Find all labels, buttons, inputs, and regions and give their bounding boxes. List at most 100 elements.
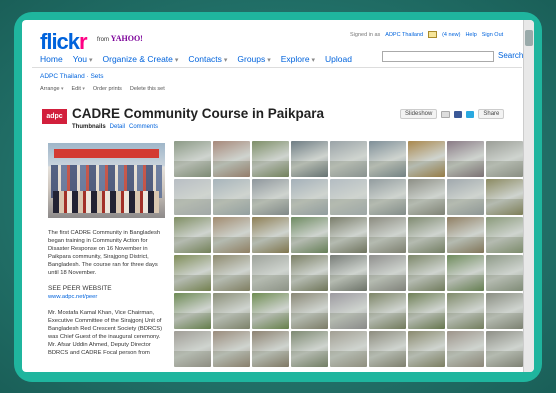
breadcrumb[interactable]: ADPC Thailand · Sets [40, 73, 103, 80]
photo-thumbnail[interactable] [213, 255, 250, 291]
photo-thumbnail[interactable] [174, 141, 211, 177]
photo-thumbnail[interactable] [486, 293, 523, 329]
photo-thumbnail[interactable] [486, 217, 523, 253]
photo-thumbnail[interactable] [291, 179, 328, 215]
cover-people-front [53, 191, 159, 213]
photo-thumbnail[interactable] [252, 179, 289, 215]
arrange-button[interactable]: Arrange [40, 86, 63, 92]
photo-thumbnail[interactable] [486, 255, 523, 291]
adpc-logo[interactable]: adpc [42, 109, 67, 124]
photo-thumbnail[interactable] [330, 331, 367, 367]
help-link[interactable]: Help [465, 32, 476, 38]
email-share-icon[interactable] [441, 110, 451, 118]
nav-you[interactable]: You [73, 54, 93, 64]
photo-thumbnail[interactable] [447, 217, 484, 253]
photo-thumbnail[interactable] [408, 217, 445, 253]
mail-icon[interactable] [428, 31, 438, 38]
photo-thumbnail[interactable] [330, 179, 367, 215]
from-yahoo: from YAHOO! [97, 34, 143, 43]
tab-thumbnails[interactable]: Thumbnails [72, 124, 106, 130]
mail-count[interactable]: (4 new) [442, 32, 460, 38]
cover-banner [54, 149, 159, 158]
edit-button[interactable]: Edit [71, 86, 84, 92]
photo-thumbnail[interactable] [252, 331, 289, 367]
photo-thumbnail[interactable] [369, 331, 406, 367]
photo-thumbnail[interactable] [291, 141, 328, 177]
nav-home[interactable]: Home [40, 54, 63, 64]
search-input[interactable] [382, 51, 494, 62]
nav-groups[interactable]: Groups [237, 54, 270, 64]
photo-thumbnail[interactable] [330, 293, 367, 329]
photo-thumbnail[interactable] [330, 217, 367, 253]
photo-thumbnail[interactable] [174, 293, 211, 329]
photo-thumbnail[interactable] [174, 179, 211, 215]
photo-thumbnail[interactable] [408, 179, 445, 215]
nav-organize[interactable]: Organize & Create [103, 54, 179, 64]
photo-thumbnail[interactable] [447, 179, 484, 215]
logo-text-pink: r [79, 29, 88, 54]
photo-thumbnail[interactable] [174, 217, 211, 253]
photo-thumbnail[interactable] [174, 255, 211, 291]
photo-thumbnail[interactable] [486, 141, 523, 177]
thumbnail-grid [174, 141, 523, 367]
photo-thumbnail[interactable] [252, 255, 289, 291]
facebook-icon[interactable] [454, 110, 463, 118]
flickr-logo[interactable]: flickr [40, 29, 88, 55]
description-paragraph: The first CADRE Community in Bangladesh … [48, 230, 161, 276]
photo-thumbnail[interactable] [213, 141, 250, 177]
twitter-icon[interactable] [466, 110, 475, 118]
slideshow-button[interactable]: Slideshow [400, 109, 438, 119]
nav-contacts[interactable]: Contacts [188, 54, 227, 64]
photo-thumbnail[interactable] [486, 179, 523, 215]
photo-thumbnail[interactable] [213, 179, 250, 215]
share-button[interactable]: Share [478, 109, 505, 119]
photo-thumbnail[interactable] [447, 293, 484, 329]
nav-explore[interactable]: Explore [281, 54, 315, 64]
scroll-thumb[interactable] [525, 30, 533, 46]
photo-thumbnail[interactable] [213, 217, 250, 253]
photo-thumbnail[interactable] [252, 141, 289, 177]
photo-thumbnail[interactable] [486, 331, 523, 367]
photo-thumbnail[interactable] [330, 141, 367, 177]
set-toolbar: Arrange Edit Order prints Delete this se… [40, 86, 165, 92]
logo-text-blue: flick [40, 29, 80, 54]
photo-thumbnail[interactable] [408, 255, 445, 291]
photo-thumbnail[interactable] [330, 255, 367, 291]
set-cover-photo[interactable] [48, 143, 165, 218]
photo-thumbnail[interactable] [291, 217, 328, 253]
photo-thumbnail[interactable] [252, 293, 289, 329]
set-title: CADRE Community Course in Paikpara [72, 106, 325, 121]
photo-thumbnail[interactable] [447, 255, 484, 291]
photo-thumbnail[interactable] [213, 293, 250, 329]
delete-set-button[interactable]: Delete this set [130, 86, 165, 92]
photo-thumbnail[interactable] [252, 217, 289, 253]
photo-thumbnail[interactable] [369, 179, 406, 215]
photo-thumbnail[interactable] [369, 217, 406, 253]
tab-detail[interactable]: Detail [110, 124, 125, 130]
photo-thumbnail[interactable] [291, 293, 328, 329]
set-tabs: Thumbnails Detail Comments [72, 124, 158, 130]
photo-thumbnail[interactable] [369, 255, 406, 291]
photo-thumbnail[interactable] [369, 141, 406, 177]
photo-thumbnail[interactable] [408, 293, 445, 329]
username-link[interactable]: ADPC Thailand [385, 32, 423, 38]
photo-thumbnail[interactable] [408, 331, 445, 367]
peer-link[interactable]: www.adpc.net/peer [48, 293, 166, 301]
yahoo-logo: YAHOO! [110, 34, 143, 43]
signed-in-label: Signed in as [350, 31, 381, 38]
photo-thumbnail[interactable] [174, 331, 211, 367]
photo-thumbnail[interactable] [291, 255, 328, 291]
photo-thumbnail[interactable] [369, 293, 406, 329]
search-button[interactable]: Search [498, 51, 523, 60]
tab-comments[interactable]: Comments [129, 124, 158, 130]
scrollbar[interactable] [523, 20, 534, 372]
user-bar: Signed in as ADPC Thailand (4 new) Help … [350, 31, 503, 38]
photo-thumbnail[interactable] [447, 141, 484, 177]
photo-thumbnail[interactable] [447, 331, 484, 367]
sign-out-link[interactable]: Sign Out [482, 32, 503, 38]
photo-thumbnail[interactable] [291, 331, 328, 367]
photo-thumbnail[interactable] [213, 331, 250, 367]
photo-thumbnail[interactable] [408, 141, 445, 177]
nav-upload[interactable]: Upload [325, 54, 352, 64]
order-prints-button[interactable]: Order prints [93, 86, 122, 92]
